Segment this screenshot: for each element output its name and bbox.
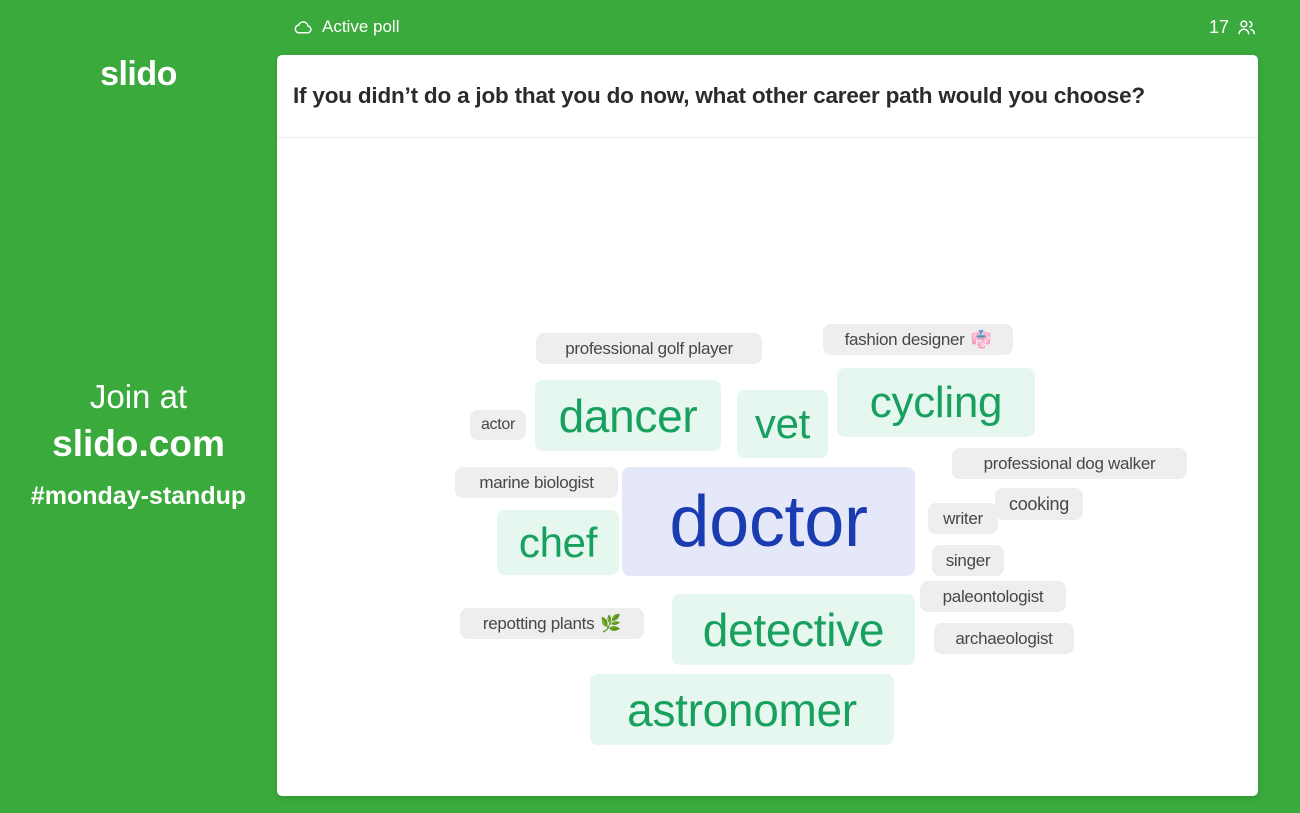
word-cloud-item-label: dancer	[558, 389, 698, 442]
join-at-label: Join at	[89, 378, 188, 415]
word-cloud-item-label: detective	[702, 603, 885, 656]
word-cloud-item[interactable]: writer	[928, 503, 998, 534]
word-cloud-item-label: professional golf player	[565, 338, 733, 358]
word-cloud-item-label: cooking	[1009, 493, 1069, 514]
join-url: slido.com	[52, 423, 225, 464]
word-cloud-item-label: chef	[518, 518, 598, 566]
word-cloud-item-emoji: 🌿	[600, 613, 622, 633]
participants-counter: 17	[1209, 15, 1257, 39]
word-cloud-item-label: vet	[754, 400, 811, 447]
word-cloud-item[interactable]: doctor	[622, 467, 915, 576]
word-cloud-item[interactable]: actor	[470, 410, 526, 440]
word-cloud-item-label: professional dog walker	[983, 453, 1156, 473]
word-cloud-item[interactable]: professional dog walker	[952, 448, 1187, 479]
join-instructions: Join at slido.com #monday-standup	[0, 376, 277, 512]
word-cloud-item[interactable]: cooking	[995, 488, 1083, 520]
top-bar: Active poll 17	[277, 0, 1300, 55]
poll-question-header: If you didn’t do a job that you do now, …	[277, 55, 1258, 138]
word-cloud-item[interactable]: paleontologist	[920, 581, 1066, 612]
word-cloud-item[interactable]: repotting plants 🌿	[460, 608, 644, 639]
word-cloud-item-label: singer	[945, 550, 991, 570]
word-cloud: professional golf player fashion designer…	[277, 138, 1258, 796]
word-cloud-item-label: archaeologist	[955, 628, 1053, 648]
word-cloud-item[interactable]: singer	[932, 545, 1004, 576]
word-cloud-item[interactable]: cycling	[837, 368, 1035, 437]
event-hashtag: #monday-standup	[30, 482, 247, 510]
word-cloud-item[interactable]: vet	[737, 390, 828, 458]
word-cloud-item[interactable]: professional golf player	[536, 333, 762, 364]
word-cloud-item-label: marine biologist	[479, 472, 594, 492]
slido-logo: slido	[100, 55, 177, 93]
word-cloud-item-emoji: 👘	[970, 329, 992, 349]
word-cloud-item-label: doctor	[669, 481, 868, 562]
word-cloud-item[interactable]: detective	[672, 594, 915, 665]
participants-icon	[1236, 17, 1257, 38]
word-cloud-item[interactable]: astronomer	[590, 674, 894, 745]
active-poll-status: Active poll	[293, 15, 399, 39]
poll-question: If you didn’t do a job that you do now, …	[293, 83, 1145, 108]
cloud-icon	[293, 17, 314, 38]
poll-card: If you didn’t do a job that you do now, …	[277, 55, 1258, 796]
participant-count: 17	[1208, 17, 1229, 37]
word-cloud-item[interactable]: fashion designer 👘	[823, 324, 1013, 355]
word-cloud-item-label: actor	[480, 416, 516, 433]
word-cloud-item-label: astronomer	[627, 683, 857, 736]
word-cloud-item[interactable]: marine biologist	[455, 467, 618, 498]
word-cloud-item-label: fashion designer	[844, 329, 965, 349]
active-poll-label: Active poll	[322, 17, 400, 36]
word-cloud-item[interactable]: chef	[497, 510, 619, 575]
word-cloud-item-label: paleontologist	[942, 586, 1044, 606]
word-cloud-item[interactable]: dancer	[535, 380, 721, 451]
word-cloud-item-label: writer	[943, 508, 983, 528]
sidebar: slido Join at slido.com #monday-standup	[0, 0, 277, 813]
word-cloud-item-label: repotting plants	[482, 613, 595, 633]
word-cloud-item-label: cycling	[869, 377, 1003, 427]
word-cloud-item[interactable]: archaeologist	[934, 623, 1074, 654]
